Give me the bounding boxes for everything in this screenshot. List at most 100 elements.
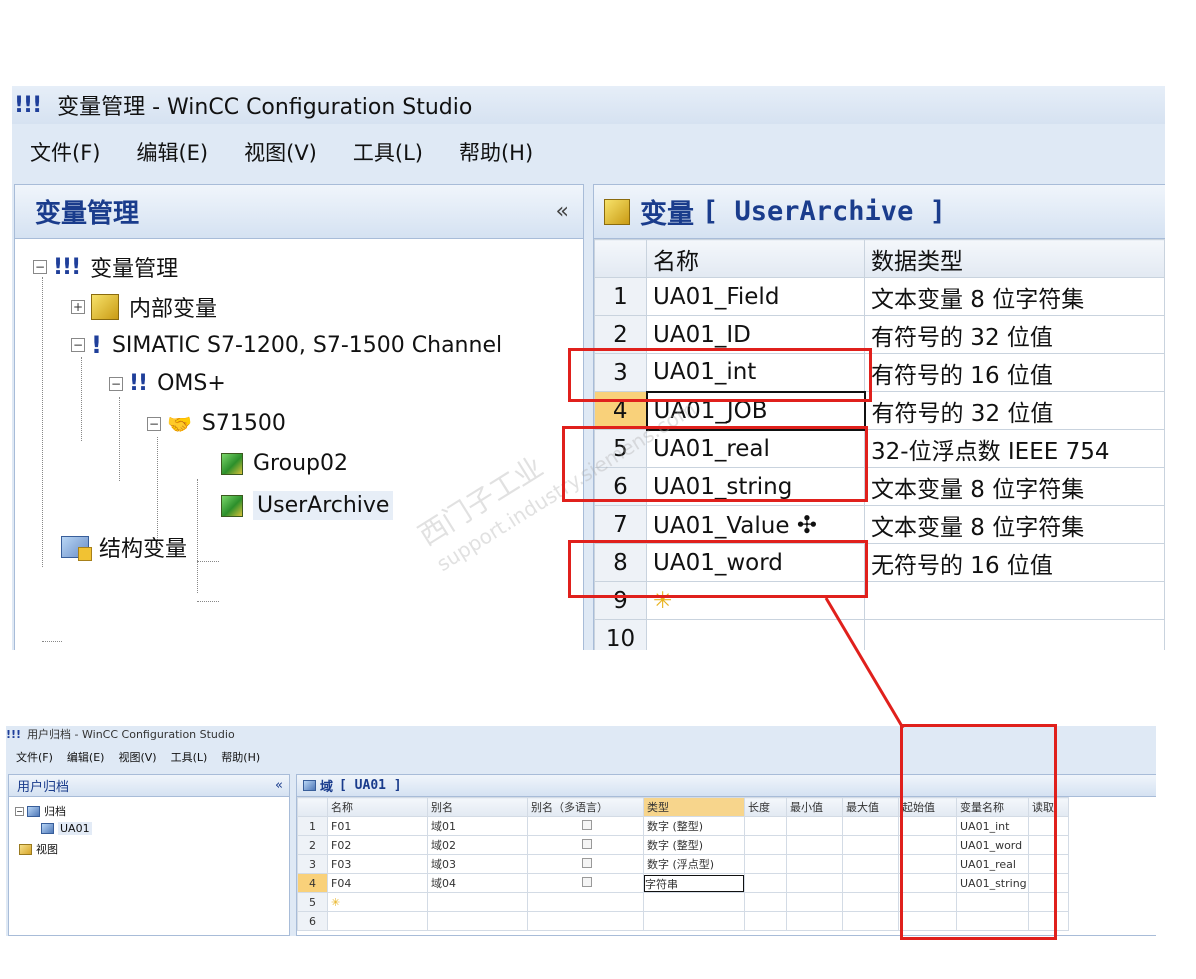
checkbox-icon[interactable] xyxy=(582,838,592,849)
menu-help[interactable]: 帮助(H) xyxy=(459,137,533,167)
datatype-cell[interactable]: 无符号的 16 位值 xyxy=(864,543,1165,582)
min-cell[interactable] xyxy=(786,873,843,893)
checkbox-icon[interactable] xyxy=(582,857,592,868)
multilang-cell[interactable] xyxy=(527,873,644,893)
max-cell[interactable] xyxy=(842,911,899,931)
collapse-panel-button[interactable]: « xyxy=(556,199,569,224)
table-row[interactable]: 1 UA01_Field 文本变量 8 位字符集 xyxy=(594,277,1165,316)
tree-item-views[interactable]: 视图 xyxy=(19,841,58,857)
field-name-cell[interactable] xyxy=(327,911,428,931)
field-name-cell[interactable]: ✳ xyxy=(327,892,428,912)
column-header-name[interactable]: 名称 xyxy=(646,239,865,278)
length-cell[interactable] xyxy=(744,873,787,893)
menu-help[interactable]: 帮助(H) xyxy=(221,749,260,765)
datatype-cell[interactable]: 有符号的 32 位值 xyxy=(864,391,1165,430)
checkbox-icon[interactable] xyxy=(582,876,592,887)
multilang-cell[interactable] xyxy=(527,892,644,912)
min-cell[interactable] xyxy=(786,816,843,836)
alias-cell[interactable]: 域03 xyxy=(427,854,528,874)
datatype-cell[interactable]: 32-位浮点数 IEEE 754 xyxy=(864,429,1165,468)
type-cell[interactable]: 数字 (整型) xyxy=(643,816,745,836)
field-name-cell[interactable]: F01 xyxy=(327,816,428,836)
column-header-min[interactable]: 最小值 xyxy=(786,797,843,817)
multilang-cell[interactable] xyxy=(527,835,644,855)
min-cell[interactable] xyxy=(786,911,843,931)
max-cell[interactable] xyxy=(842,835,899,855)
datatype-cell[interactable]: 有符号的 16 位值 xyxy=(864,353,1165,392)
column-header-max[interactable]: 最大值 xyxy=(842,797,899,817)
max-cell[interactable] xyxy=(842,816,899,836)
alias-cell[interactable]: 域02 xyxy=(427,835,528,855)
checkbox-icon[interactable] xyxy=(582,819,592,830)
tree-item-userarchive[interactable]: UserArchive xyxy=(221,491,394,520)
alias-cell[interactable] xyxy=(427,892,528,912)
tree-item-archives[interactable]: − 归档 xyxy=(15,803,66,819)
length-cell[interactable] xyxy=(744,816,787,836)
tree-item-s7-channel[interactable]: − ! SIMATIC S7-1200, S7-1500 Channel xyxy=(71,331,502,359)
collapse-toggle-icon[interactable]: − xyxy=(71,338,85,352)
tree-item-ua01[interactable]: UA01 xyxy=(41,822,92,835)
tag-name-cell[interactable]: UA01_Field xyxy=(646,277,865,316)
tree-item-structure-tags[interactable]: 结构变量 xyxy=(61,531,187,563)
tree-item-s71500[interactable]: − 🤝 S71500 xyxy=(147,411,286,436)
multilang-cell[interactable] xyxy=(527,854,644,874)
menu-file[interactable]: 文件(F) xyxy=(16,749,53,765)
type-dropdown[interactable]: 字符串 ▾ xyxy=(644,874,744,892)
min-cell[interactable] xyxy=(786,892,843,912)
expand-toggle-icon[interactable]: + xyxy=(71,300,85,314)
field-name-cell[interactable]: F04 xyxy=(327,873,428,893)
type-cell[interactable]: 数字 (浮点型) xyxy=(643,854,745,874)
alias-cell[interactable]: 域04 xyxy=(427,873,528,893)
type-cell[interactable] xyxy=(643,892,745,912)
type-cell[interactable] xyxy=(643,911,745,931)
field-name-cell[interactable]: F03 xyxy=(327,854,428,874)
collapse-toggle-icon[interactable]: − xyxy=(147,416,161,431)
menu-view[interactable]: 视图(V) xyxy=(244,137,317,167)
collapse-toggle-icon[interactable]: − xyxy=(15,806,24,816)
min-cell[interactable] xyxy=(786,854,843,874)
datatype-cell[interactable]: 文本变量 8 位字符集 xyxy=(864,505,1165,544)
column-header-name[interactable]: 名称 xyxy=(327,797,428,817)
menu-file[interactable]: 文件(F) xyxy=(30,137,100,167)
collapse-toggle-icon[interactable]: − xyxy=(109,376,123,391)
multilang-cell[interactable] xyxy=(527,911,644,931)
length-cell[interactable] xyxy=(744,892,787,912)
menu-edit[interactable]: 编辑(E) xyxy=(136,137,208,167)
datatype-cell[interactable] xyxy=(864,581,1165,620)
field-name-cell[interactable]: F02 xyxy=(327,835,428,855)
column-header-alias[interactable]: 别名 xyxy=(427,797,528,817)
tree-item-group02[interactable]: Group02 xyxy=(221,451,348,476)
length-cell[interactable] xyxy=(744,835,787,855)
menu-tools[interactable]: 工具(L) xyxy=(353,137,423,167)
collapse-toggle-icon[interactable]: − xyxy=(33,260,47,274)
menu-tools[interactable]: 工具(L) xyxy=(171,749,208,765)
max-cell[interactable] xyxy=(842,854,899,874)
datatype-cell[interactable]: 文本变量 8 位字符集 xyxy=(864,277,1165,316)
tree-item-oms[interactable]: − !! OMS+ xyxy=(109,371,226,396)
max-cell[interactable] xyxy=(842,873,899,893)
column-header-length[interactable]: 长度 xyxy=(744,797,787,817)
datatype-cell[interactable]: 文本变量 8 位字符集 xyxy=(864,467,1165,506)
datatype-cell[interactable]: 有符号的 32 位值 xyxy=(864,315,1165,354)
menu-view[interactable]: 视图(V) xyxy=(118,749,156,765)
column-header-alias-multilang[interactable]: 别名（多语言） xyxy=(527,797,644,817)
tree-item-internal-tags[interactable]: + 内部变量 xyxy=(71,291,217,323)
length-cell[interactable] xyxy=(744,854,787,874)
alias-cell[interactable]: 域01 xyxy=(427,816,528,836)
table-row[interactable]: 10 xyxy=(594,619,1165,650)
type-cell[interactable]: 数字 (整型) xyxy=(643,835,745,855)
collapse-panel-button[interactable]: « xyxy=(275,778,283,793)
tag-name-cell[interactable]: UA01_Value ✣ xyxy=(646,505,865,544)
column-header-datatype[interactable]: 数据类型 xyxy=(864,239,1165,278)
max-cell[interactable] xyxy=(842,892,899,912)
length-cell[interactable] xyxy=(744,911,787,931)
tree-item-tag-management[interactable]: − !!! 变量管理 xyxy=(33,251,178,283)
tag-name-cell[interactable] xyxy=(646,619,865,650)
datatype-cell[interactable] xyxy=(864,619,1165,650)
min-cell[interactable] xyxy=(786,835,843,855)
alias-cell[interactable] xyxy=(427,911,528,931)
column-header-type[interactable]: 类型 xyxy=(643,797,745,817)
type-cell[interactable]: 字符串 ▾ xyxy=(643,873,745,893)
menu-edit[interactable]: 编辑(E) xyxy=(67,749,105,765)
table-row[interactable]: 7 UA01_Value ✣ 文本变量 8 位字符集 xyxy=(594,505,1165,544)
